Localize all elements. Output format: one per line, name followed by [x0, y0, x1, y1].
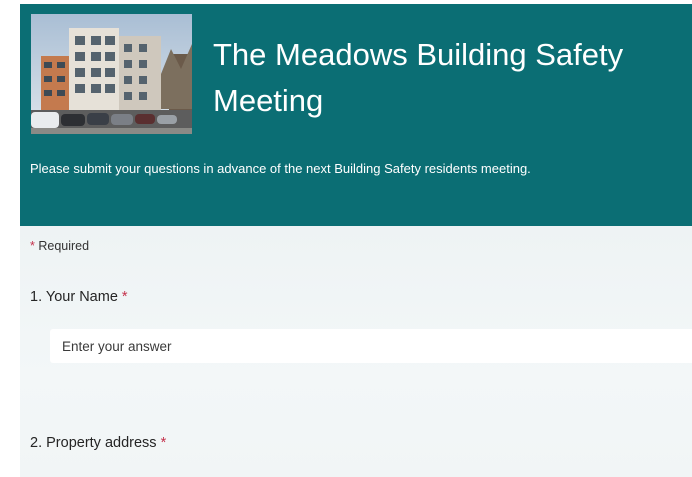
form-title: The Meadows Building Safety Meeting: [213, 37, 624, 118]
question-2-number: 2.: [30, 435, 43, 451]
question-2-label: 2. Property address *: [30, 435, 166, 451]
required-asterisk: *: [30, 239, 35, 253]
required-note-label: Required: [38, 239, 90, 253]
form-header: The Meadows Building Safety Meeting Plea…: [20, 4, 692, 226]
question-1-label: 1. Your Name *: [30, 289, 128, 305]
question-1-text: Your Name: [45, 289, 118, 305]
form-description: Please submit your questions in advance …: [30, 161, 531, 176]
question-1-required-asterisk: *: [121, 289, 128, 305]
required-note: * Required: [30, 239, 89, 253]
question-2-required-asterisk: *: [160, 435, 167, 451]
form-body: * Required 1. Your Name * 2. Property ad…: [20, 226, 692, 477]
question-2-text: Property address: [46, 435, 157, 451]
question-1-number: 1.: [30, 289, 43, 305]
your-name-input[interactable]: [50, 329, 692, 363]
building-photo-image: [31, 14, 192, 134]
building-photo: [31, 14, 192, 134]
